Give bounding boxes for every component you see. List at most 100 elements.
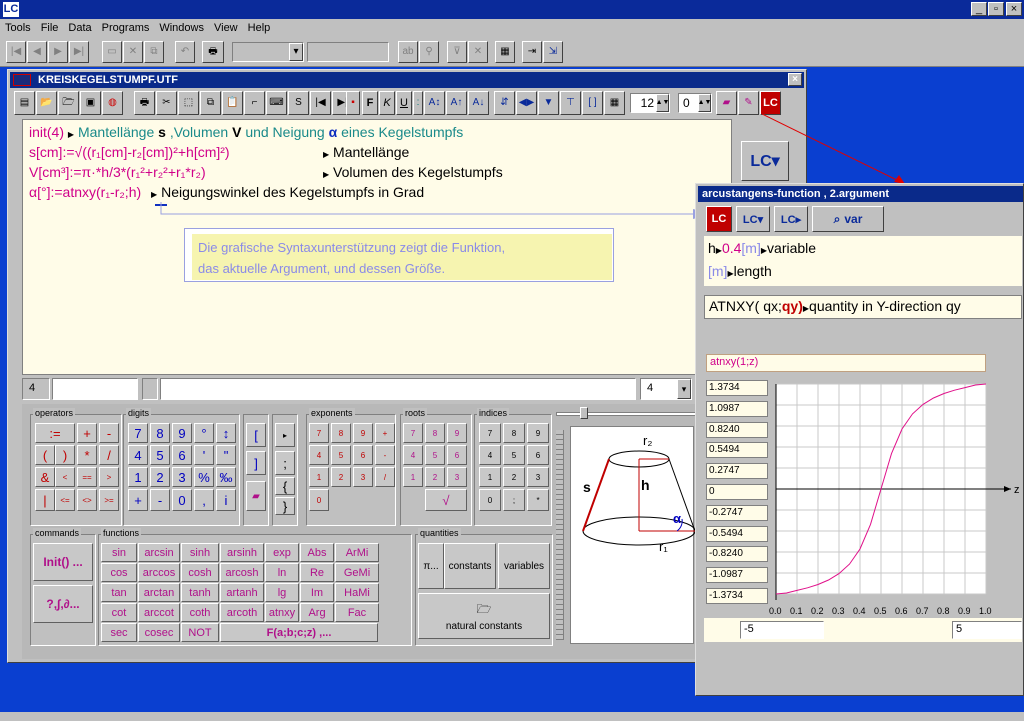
print-icon[interactable]: 🖶 <box>202 41 224 63</box>
natural-constants-button[interactable]: 🗁 natural constants <box>418 593 550 639</box>
goto-start-icon[interactable]: |◀ <box>310 91 331 115</box>
idx-semicolon[interactable]: ; <box>503 489 525 511</box>
op-greater[interactable]: > <box>99 467 119 487</box>
op-plus[interactable]: + <box>77 423 97 443</box>
idx-4[interactable]: 4 <box>479 445 501 465</box>
function-key-25[interactable]: atnxy <box>265 603 299 622</box>
digit-7[interactable]: 7 <box>128 423 148 443</box>
variables-button[interactable]: variables <box>498 543 550 589</box>
exp-4[interactable]: 4 <box>309 445 329 465</box>
root-1[interactable]: 1 <box>403 467 423 487</box>
menu-view[interactable]: View <box>209 22 243 34</box>
op-rparen[interactable]: ) <box>55 445 75 465</box>
record-field[interactable] <box>307 42 389 62</box>
root-2[interactable]: 2 <box>425 467 445 487</box>
exp-9[interactable]: 9 <box>353 423 373 443</box>
idx-9[interactable]: 9 <box>527 423 549 443</box>
separator-icon[interactable]: : <box>413 91 423 115</box>
formula-editor[interactable]: init(4) ▶ Mantellänge s ,Volumen V und N… <box>22 119 732 375</box>
book-key-icon[interactable]: ▰ <box>246 481 266 511</box>
digit-8[interactable]: 8 <box>150 423 170 443</box>
root-7[interactable]: 7 <box>403 423 423 443</box>
lc-next-button[interactable]: LC▸ <box>774 206 808 232</box>
function-key-31[interactable]: F(a;b;c;z) ,... <box>220 623 378 642</box>
function-key-19[interactable]: Im <box>300 583 334 602</box>
sep-brace-close[interactable]: } <box>275 497 295 515</box>
exp-5[interactable]: 5 <box>331 445 351 465</box>
function-key-28[interactable]: sec <box>101 623 137 642</box>
idx-7[interactable]: 7 <box>479 423 501 443</box>
exp-6[interactable]: 6 <box>353 445 373 465</box>
book-edit-icon[interactable]: ✎ <box>738 91 759 115</box>
exp-1[interactable]: 1 <box>309 467 329 487</box>
function-key-17[interactable]: artanh <box>220 583 264 602</box>
exp-7[interactable]: 7 <box>309 423 329 443</box>
delete-record-button[interactable]: ✕ <box>123 41 143 63</box>
op-less[interactable]: < <box>55 467 75 487</box>
op-ne[interactable]: <> <box>77 489 97 511</box>
color-icon[interactable]: ▪ <box>346 91 360 115</box>
menu-programs[interactable]: Programs <box>97 22 155 34</box>
constants-button[interactable]: constants <box>444 543 496 589</box>
table-view-button[interactable]: ▦ <box>495 41 515 63</box>
op-divide[interactable]: / <box>99 445 119 465</box>
chevron-down-icon[interactable]: ▾ <box>289 43 303 61</box>
exp-8[interactable]: 8 <box>331 423 351 443</box>
data-tool-button-1[interactable]: ab <box>398 41 418 63</box>
book-icon[interactable]: ▰ <box>716 91 737 115</box>
exp-plus[interactable]: + <box>375 423 395 443</box>
op-assign[interactable]: := <box>35 423 75 443</box>
exp-2[interactable]: 2 <box>331 467 351 487</box>
arrow-down-icon[interactable]: ▼ <box>538 91 559 115</box>
function-key-7[interactable]: cos <box>101 563 137 582</box>
calc-icon[interactable]: ▦ <box>604 91 625 115</box>
function-key-8[interactable]: arccos <box>138 563 180 582</box>
function-key-4[interactable]: exp <box>265 543 299 562</box>
root-9[interactable]: 9 <box>447 423 467 443</box>
line-number-field[interactable]: 4 <box>22 378 50 400</box>
root-sqrt[interactable]: √ <box>425 489 467 511</box>
save-icon[interactable]: ▣ <box>80 91 101 115</box>
op-multiply[interactable]: * <box>77 445 97 465</box>
minimize-button[interactable]: _ <box>971 2 987 16</box>
menu-windows[interactable]: Windows <box>154 22 209 34</box>
function-key-13[interactable]: GeMi <box>335 563 379 582</box>
function-key-29[interactable]: cosec <box>138 623 180 642</box>
idx-2[interactable]: 2 <box>503 467 525 487</box>
digit-4[interactable]: 4 <box>128 445 148 465</box>
last-record-button[interactable]: ▶| <box>69 41 89 63</box>
digit-0[interactable]: 0 <box>172 489 192 511</box>
close-button[interactable]: × <box>1006 2 1022 16</box>
digit-comma[interactable]: , <box>194 489 214 511</box>
root-8[interactable]: 8 <box>425 423 445 443</box>
font-size-input[interactable]: 12 ▲▼ <box>630 93 670 113</box>
menu-help[interactable]: Help <box>243 22 276 34</box>
next-record-button[interactable]: ▶ <box>48 41 68 63</box>
idx-8[interactable]: 8 <box>503 423 525 443</box>
cut-icon[interactable]: ✂ <box>156 91 177 115</box>
function-key-30[interactable]: NOT <box>181 623 219 642</box>
filter-off-button[interactable]: ✕ <box>468 41 488 63</box>
digit-2[interactable]: 2 <box>150 467 170 487</box>
digit-second[interactable]: " <box>216 445 236 465</box>
function-key-0[interactable]: sin <box>101 543 137 562</box>
function-key-18[interactable]: lg <box>265 583 299 602</box>
function-key-23[interactable]: coth <box>181 603 219 622</box>
digit-9[interactable]: 9 <box>172 423 192 443</box>
pi-button[interactable]: π... <box>418 543 444 589</box>
bold-button[interactable]: F <box>362 91 378 115</box>
function-key-1[interactable]: arcsin <box>138 543 180 562</box>
function-key-26[interactable]: Arg <box>300 603 334 622</box>
exp-0[interactable]: 0 <box>309 489 329 511</box>
function-key-6[interactable]: ArMi <box>335 543 379 562</box>
exit-icon[interactable]: ⇲ <box>543 41 563 63</box>
digit-plus[interactable]: + <box>128 489 148 511</box>
digit-3[interactable]: 3 <box>172 467 192 487</box>
insert-button[interactable]: ⇥ <box>522 41 542 63</box>
menu-file[interactable]: File <box>36 22 64 34</box>
document-close-button[interactable]: × <box>788 73 802 86</box>
subscript-icon[interactable]: S <box>288 91 309 115</box>
digit-6[interactable]: 6 <box>172 445 192 465</box>
function-key-3[interactable]: arsinh <box>220 543 264 562</box>
idx-star[interactable]: * <box>527 489 549 511</box>
